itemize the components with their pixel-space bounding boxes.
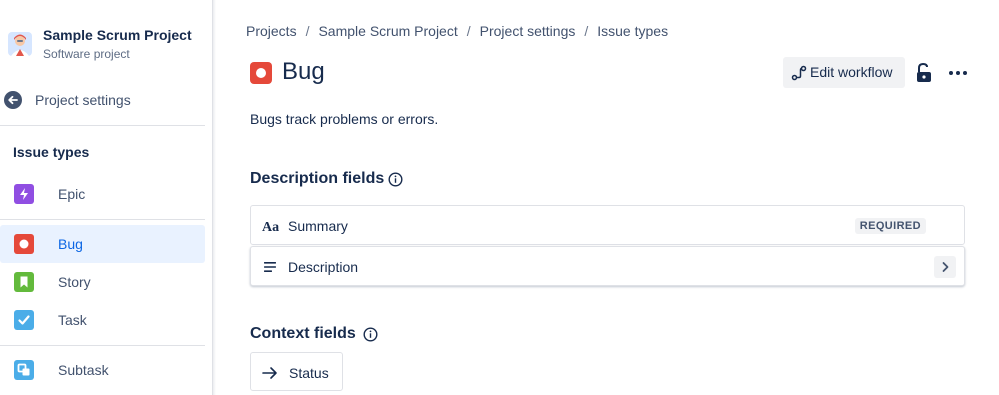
arrow-right-icon xyxy=(261,364,279,382)
project-name: Sample Scrum Project xyxy=(43,27,192,43)
issue-type-description: Bugs track problems or errors. xyxy=(250,111,439,127)
text-aa-icon: Aa xyxy=(262,218,279,235)
paragraph-lines-icon xyxy=(262,259,278,275)
description-fields-heading: Description fields xyxy=(250,170,385,187)
field-description[interactable]: Description xyxy=(250,246,965,286)
field-label: Summary xyxy=(288,218,348,234)
story-icon xyxy=(14,272,34,292)
sidebar-item-label: Epic xyxy=(58,186,86,202)
svg-text:Aa: Aa xyxy=(262,220,279,234)
field-label: Description xyxy=(288,259,359,275)
sidebar-divider xyxy=(0,219,205,220)
required-badge: REQUIRED xyxy=(854,218,926,234)
field-label: Status xyxy=(289,365,329,381)
sidebar-item-epic[interactable]: Epic xyxy=(0,175,205,213)
epic-icon xyxy=(14,184,34,204)
sidebar-item-bug[interactable]: Bug xyxy=(0,225,205,263)
sidebar-divider xyxy=(0,345,205,346)
breadcrumb: Projects / Sample Scrum Project / Project se… xyxy=(246,23,668,39)
sidebar-item-task[interactable]: Task xyxy=(0,301,205,339)
field-status[interactable]: Status xyxy=(250,352,343,391)
task-icon xyxy=(14,310,34,330)
chevron-right-icon[interactable] xyxy=(934,256,956,278)
context-fields-heading: Context fields xyxy=(250,325,356,342)
sidebar-item-story[interactable]: Story xyxy=(0,263,205,301)
sidebar-item-label: Task xyxy=(58,312,87,328)
info-icon[interactable] xyxy=(388,172,403,187)
more-options-icon[interactable] xyxy=(947,62,969,84)
field-summary[interactable]: Aa Summary REQUIRED xyxy=(250,205,965,245)
sidebar-item-label: Subtask xyxy=(58,362,109,378)
bug-icon xyxy=(250,62,272,84)
project-type: Software project xyxy=(43,47,130,61)
sidebar-divider xyxy=(0,125,205,126)
arrow-left-icon xyxy=(4,91,22,109)
back-label: Project settings xyxy=(35,92,131,108)
breadcrumb-projects[interactable]: Projects xyxy=(246,23,297,39)
breadcrumb-project-settings[interactable]: Project settings xyxy=(480,23,576,39)
breadcrumb-separator: / xyxy=(305,23,310,39)
edit-workflow-label: Edit workflow xyxy=(810,64,893,80)
sidebar-item-subtask[interactable]: Subtask xyxy=(0,351,205,389)
workflow-icon xyxy=(791,65,807,81)
edit-workflow-button[interactable]: Edit workflow xyxy=(783,57,905,88)
bug-icon xyxy=(14,234,34,254)
title-row: Bug Edit workflow xyxy=(250,57,970,90)
unlock-icon[interactable] xyxy=(914,62,934,84)
section-title: Issue types xyxy=(13,144,90,160)
info-icon[interactable] xyxy=(363,327,378,342)
page-title: Bug xyxy=(282,58,325,85)
project-header[interactable]: Sample Scrum Project Software project xyxy=(8,26,208,66)
breadcrumb-separator: / xyxy=(466,23,471,39)
breadcrumb-separator: / xyxy=(584,23,589,39)
subtask-icon xyxy=(14,360,34,380)
breadcrumb-issue-types[interactable]: Issue types xyxy=(597,23,668,39)
sidebar: Sample Scrum Project Software project Pr… xyxy=(0,0,216,395)
project-avatar xyxy=(8,32,32,56)
breadcrumb-project[interactable]: Sample Scrum Project xyxy=(318,23,457,39)
sidebar-item-label: Story xyxy=(58,274,91,290)
back-to-project-settings[interactable]: Project settings xyxy=(4,88,204,112)
sidebar-item-label: Bug xyxy=(58,236,83,252)
